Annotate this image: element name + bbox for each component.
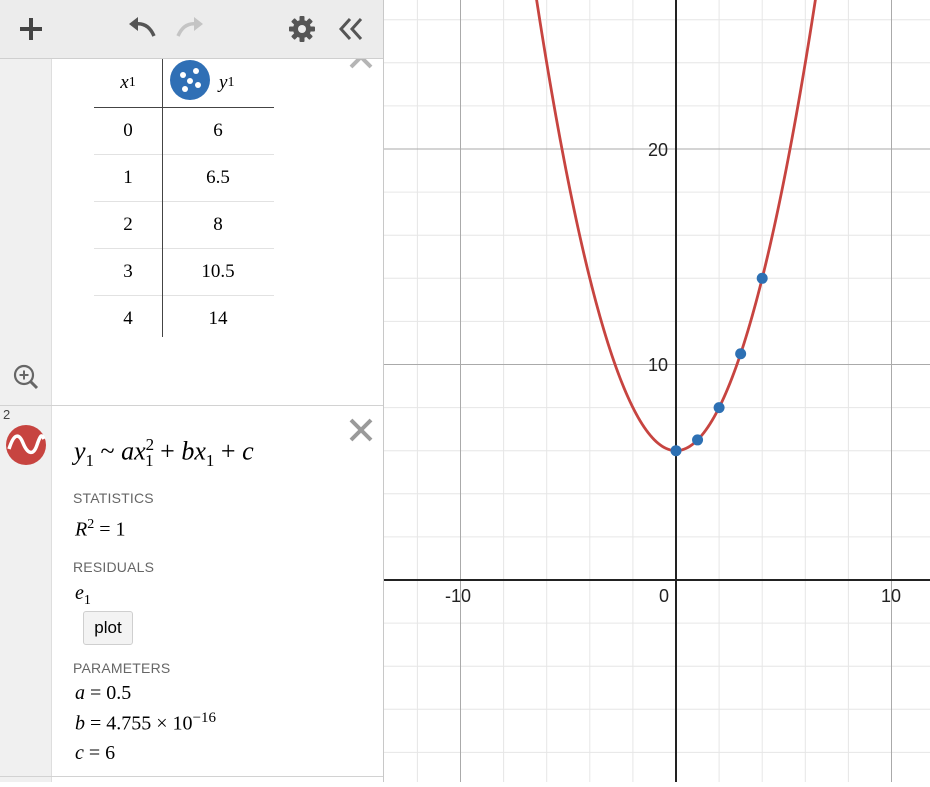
x-tick-label: -10 <box>445 586 471 606</box>
y-tick-label: 20 <box>648 140 668 160</box>
table-cell-x[interactable]: 2 <box>94 202 162 248</box>
table-column-divider <box>162 59 163 337</box>
table-cell-x[interactable]: 4 <box>94 296 162 342</box>
data-point[interactable] <box>713 402 725 414</box>
parameter-a: a = 0.5 <box>75 682 132 704</box>
plot-residuals-button[interactable]: plot <box>83 611 133 645</box>
x-tick-label: 0 <box>659 586 669 606</box>
table-cell-y[interactable]: 8 <box>162 202 274 248</box>
wave-icon <box>7 434 46 455</box>
delete-expression-icon[interactable] <box>348 417 374 443</box>
y-tick-label: 10 <box>648 355 668 375</box>
x-tick-label: 10 <box>881 586 901 606</box>
r-squared-value: R2 = 1 <box>75 517 126 541</box>
table-row: 3 10.5 <box>94 249 274 296</box>
table-cell-x[interactable]: 1 <box>94 155 162 201</box>
zoom-fit-icon[interactable] <box>12 363 40 391</box>
double-chevron-left-icon <box>338 17 363 41</box>
gear-icon <box>289 16 315 42</box>
table-row: 0 6 <box>94 108 274 155</box>
residual-variable: e1 <box>75 582 91 608</box>
minor-gridlines <box>384 0 930 782</box>
table-cell-y[interactable]: 10.5 <box>162 249 274 295</box>
table-row: 4 14 <box>94 296 274 342</box>
plus-icon <box>20 18 42 40</box>
parameters-label: PARAMETERS <box>73 660 171 676</box>
statistics-label: STATISTICS <box>73 490 154 506</box>
expression-panel: x1 y1 0 6 1 6.5 2 8 3 10.5 4 14 2 y1 ~ a… <box>0 0 384 782</box>
scatter-dots-icon <box>180 68 201 92</box>
undo-button[interactable] <box>122 10 162 48</box>
collapse-panel-button[interactable] <box>331 10 371 48</box>
regression-formula[interactable]: y1 ~ ax21 + bx1 + c <box>74 435 254 471</box>
expression-separator <box>0 776 383 777</box>
add-item-button[interactable] <box>11 10 51 48</box>
parameter-c: c = 6 <box>75 742 116 764</box>
redo-button[interactable] <box>170 10 210 48</box>
delete-table-icon[interactable] <box>348 59 374 69</box>
graph-area[interactable]: -10 0 10 10 20 <box>384 0 930 782</box>
expression-index: 2 <box>3 407 11 422</box>
table-cell-y[interactable]: 14 <box>162 296 274 342</box>
settings-button[interactable] <box>282 10 322 48</box>
expression-toolbar <box>0 0 383 59</box>
point-style-button[interactable] <box>170 60 210 100</box>
table-cell-x[interactable]: 0 <box>94 108 162 154</box>
redo-icon <box>176 17 203 37</box>
table-cell-y[interactable]: 6 <box>162 108 274 154</box>
undo-icon <box>129 17 156 37</box>
tick-labels: -10 0 10 10 20 <box>445 140 901 606</box>
residuals-label: RESIDUALS <box>73 559 155 575</box>
table-row: 2 8 <box>94 202 274 249</box>
data-table: x1 y1 0 6 1 6.5 2 8 3 10.5 4 14 <box>94 59 274 342</box>
data-point[interactable] <box>692 434 704 446</box>
expression-separator <box>0 405 383 406</box>
parameter-b: b = 4.755 × 10−16 <box>75 710 217 735</box>
curve-color-button[interactable] <box>6 425 46 465</box>
data-point[interactable] <box>735 348 747 360</box>
table-header-y1[interactable]: y1 <box>219 59 249 107</box>
data-point[interactable] <box>670 445 682 457</box>
table-cell-y[interactable]: 6.5 <box>162 155 274 201</box>
table-cell-x[interactable]: 3 <box>94 249 162 295</box>
table-row: 1 6.5 <box>94 155 274 202</box>
graph-canvas[interactable]: -10 0 10 10 20 <box>384 0 930 782</box>
data-point[interactable] <box>756 272 768 284</box>
table-header-x1[interactable]: x1 <box>94 59 162 107</box>
